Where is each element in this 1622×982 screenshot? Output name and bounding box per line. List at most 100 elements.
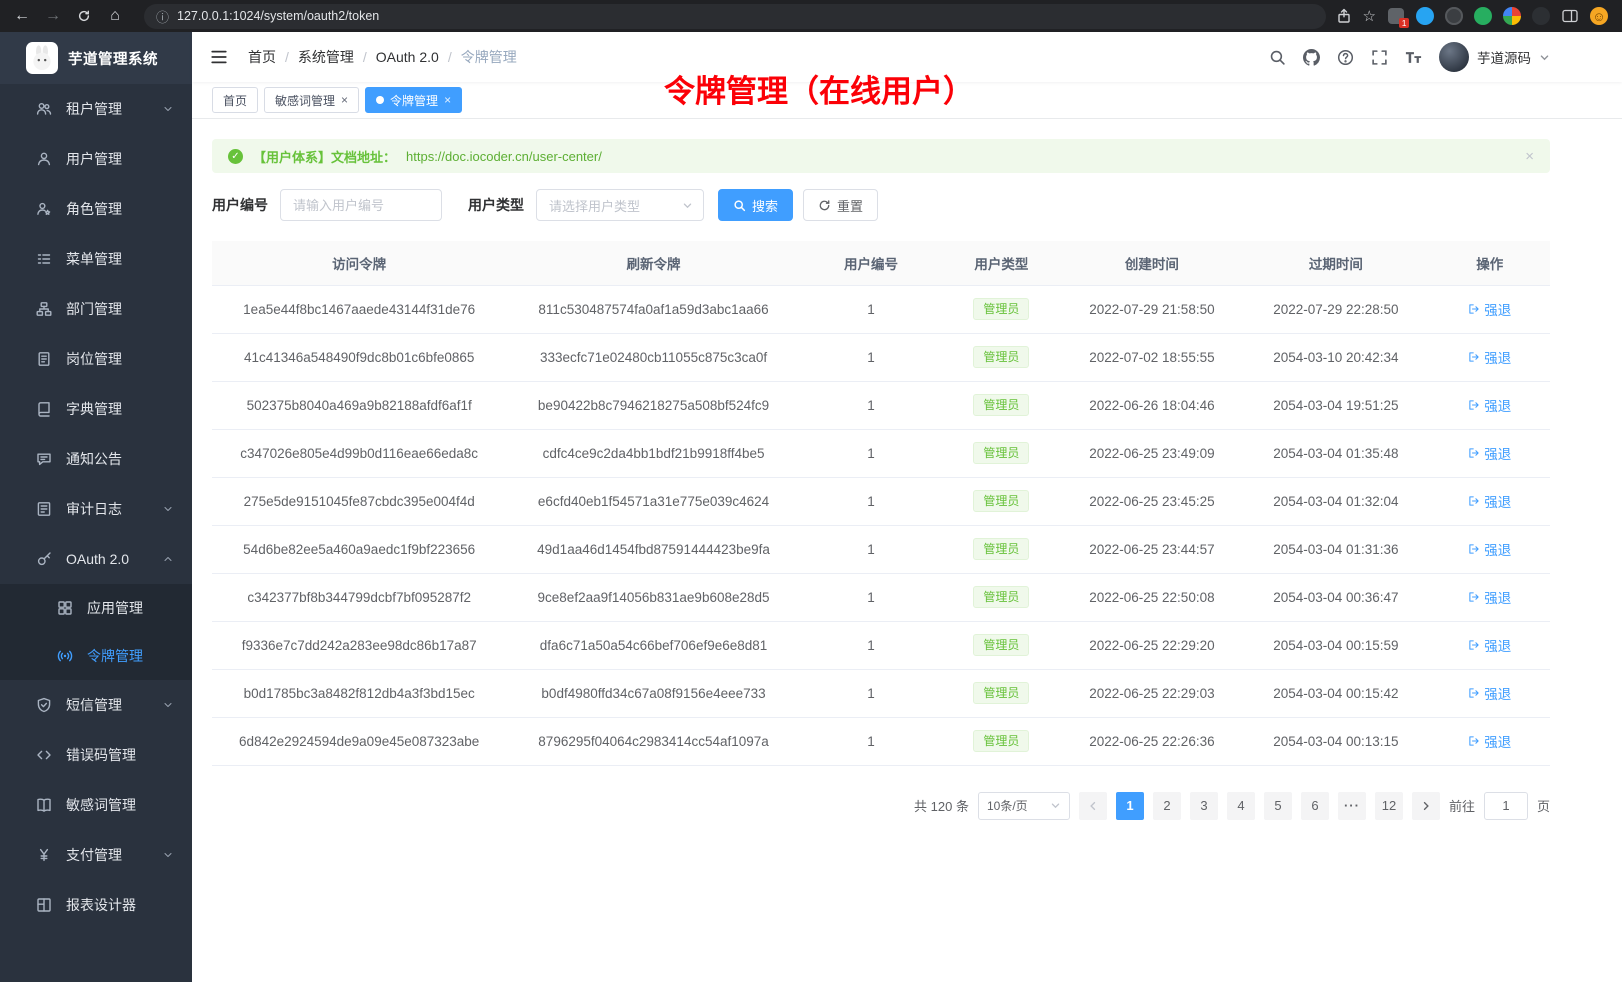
extension-icon-4[interactable] [1474, 7, 1492, 25]
alert-doc-link[interactable]: https://doc.iocoder.cn/user-center/ [406, 149, 602, 164]
sidebar-item[interactable]: 岗位管理 [0, 334, 192, 384]
browser-profile-avatar[interactable]: ☺ [1590, 7, 1608, 25]
sidebar-item[interactable]: 用户管理 [0, 134, 192, 184]
tab[interactable]: 令牌管理 × [365, 87, 462, 113]
tab-close-icon[interactable]: × [444, 94, 451, 106]
page-button[interactable]: 4 [1227, 792, 1255, 820]
force-logout-button[interactable]: 强退 [1468, 683, 1511, 703]
breadcrumb-item[interactable]: 首页 [248, 47, 276, 67]
action-cell: 强退 [1430, 525, 1550, 573]
tab-label: 令牌管理 [390, 92, 438, 109]
reset-button[interactable]: 重置 [803, 189, 878, 221]
force-logout-button[interactable]: 强退 [1468, 347, 1511, 367]
sidebar-item[interactable]: 通知公告 [0, 434, 192, 484]
tab-close-icon[interactable]: × [341, 94, 348, 106]
force-logout-button[interactable]: 强退 [1468, 299, 1511, 319]
fullscreen-icon[interactable] [1371, 49, 1388, 66]
page-size-select[interactable]: 10条/页 [978, 792, 1070, 820]
force-logout-label: 强退 [1484, 539, 1511, 559]
back-icon[interactable]: ← [10, 4, 34, 28]
chevron-down-icon [682, 200, 693, 211]
goto-page-input[interactable] [1484, 792, 1528, 820]
sidebar-item[interactable]: 字典管理 [0, 384, 192, 434]
user-type-badge: 管理员 [973, 346, 1029, 368]
sidebar-item[interactable]: 租户管理 [0, 84, 192, 134]
forward-icon[interactable]: → [41, 4, 65, 28]
sidebar-item[interactable]: OAuth 2.0 [0, 534, 192, 584]
force-logout-button[interactable]: 强退 [1468, 731, 1511, 751]
bookmark-star-icon[interactable]: ☆ [1363, 7, 1376, 25]
reset-button-label: 重置 [837, 196, 863, 215]
page-button[interactable]: 5 [1264, 792, 1292, 820]
sidebar-item[interactable]: 应用管理 [0, 584, 192, 632]
user-menu[interactable]: 芋道源码 [1439, 42, 1550, 72]
extension-icon-2[interactable] [1416, 7, 1434, 25]
extension-icon-1[interactable]: 1 [1387, 7, 1405, 25]
reload-icon[interactable] [72, 4, 96, 28]
address-bar[interactable]: ⓘ 127.0.0.1:1024/system/oauth2/token [144, 4, 1326, 29]
refresh-token-cell: be90422b8c7946218275a508bf524fc9 [506, 381, 800, 429]
collapse-sidebar-icon[interactable] [206, 44, 232, 70]
page-button[interactable]: 6 [1301, 792, 1329, 820]
breadcrumb-item[interactable]: 系统管理 [298, 47, 354, 67]
dict-icon [36, 401, 52, 417]
page-button[interactable]: 3 [1190, 792, 1218, 820]
column-header: 用户编号 [801, 241, 941, 285]
home-icon[interactable]: ⌂ [103, 4, 127, 28]
search-icon[interactable] [1269, 49, 1286, 66]
sidebar-item[interactable]: 菜单管理 [0, 234, 192, 284]
force-logout-button[interactable]: 强退 [1468, 539, 1511, 559]
tab[interactable]: 首页 [212, 87, 258, 113]
log-icon [36, 501, 52, 517]
breadcrumb-item[interactable]: OAuth 2.0 [376, 49, 439, 65]
force-logout-label: 强退 [1484, 491, 1511, 511]
force-logout-button[interactable]: 强退 [1468, 635, 1511, 655]
role-icon [36, 201, 52, 217]
sidebar-item[interactable]: 审计日志 [0, 484, 192, 534]
header-actions: 芋道源码 [1269, 42, 1550, 72]
site-info-icon[interactable]: ⓘ [156, 7, 169, 26]
force-logout-button[interactable]: 强退 [1468, 443, 1511, 463]
sidebar-item[interactable]: 令牌管理 [0, 632, 192, 680]
user-id-cell: 1 [801, 573, 941, 621]
page-content: ✓ 【用户体系】文档地址： https://doc.iocoder.cn/use… [192, 119, 1622, 982]
user-id-input[interactable] [280, 189, 442, 221]
refresh-token-cell: 49d1aa46d1454fbd87591444423be9fa [506, 525, 800, 573]
page-button[interactable]: 1 [1116, 792, 1144, 820]
app-logo-row[interactable]: 芋道管理系统 [0, 32, 192, 84]
expire-time-cell: 2054-03-04 19:51:25 [1242, 381, 1429, 429]
browser-toolbar: ← → ⌂ ⓘ 127.0.0.1:1024/system/oauth2/tok… [0, 0, 1622, 32]
page-button[interactable]: 12 [1375, 792, 1403, 820]
prev-page-button[interactable] [1079, 792, 1107, 820]
user-type-placeholder: 请选择用户类型 [549, 196, 640, 215]
extension-icon-5[interactable] [1503, 7, 1521, 25]
sidebar-item[interactable]: 支付管理 [0, 830, 192, 880]
tab[interactable]: 敏感词管理× [264, 87, 359, 113]
alert-close-icon[interactable]: × [1525, 148, 1534, 165]
extension-icon-3[interactable] [1445, 7, 1463, 25]
page-button[interactable]: 2 [1153, 792, 1181, 820]
sidebar-item[interactable]: 短信管理 [0, 680, 192, 730]
search-button[interactable]: 搜索 [718, 189, 793, 221]
force-logout-button[interactable]: 强退 [1468, 587, 1511, 607]
font-size-icon[interactable] [1405, 49, 1422, 66]
github-icon[interactable] [1303, 49, 1320, 66]
force-logout-button[interactable]: 强退 [1468, 491, 1511, 511]
user-type-select[interactable]: 请选择用户类型 [536, 189, 704, 221]
sidebar-item[interactable]: 报表设计器 [0, 880, 192, 930]
force-logout-label: 强退 [1484, 443, 1511, 463]
next-page-button[interactable] [1412, 792, 1440, 820]
sidebar-item[interactable]: 错误码管理 [0, 730, 192, 780]
refresh-token-cell: 9ce8ef2aa9f14056b831ae9b608e28d5 [506, 573, 800, 621]
share-icon[interactable] [1336, 8, 1352, 24]
page-ellipsis[interactable]: ··· [1338, 792, 1366, 820]
sidebar-item[interactable]: 部门管理 [0, 284, 192, 334]
force-logout-button[interactable]: 强退 [1468, 395, 1511, 415]
sidebar-item[interactable]: 敏感词管理 [0, 780, 192, 830]
user-type-cell: 管理员 [941, 333, 1061, 381]
split-view-icon[interactable] [1561, 7, 1579, 25]
column-header: 过期时间 [1242, 241, 1429, 285]
help-icon[interactable] [1337, 49, 1354, 66]
sidebar-item[interactable]: 角色管理 [0, 184, 192, 234]
extension-icon-6[interactable] [1532, 7, 1550, 25]
